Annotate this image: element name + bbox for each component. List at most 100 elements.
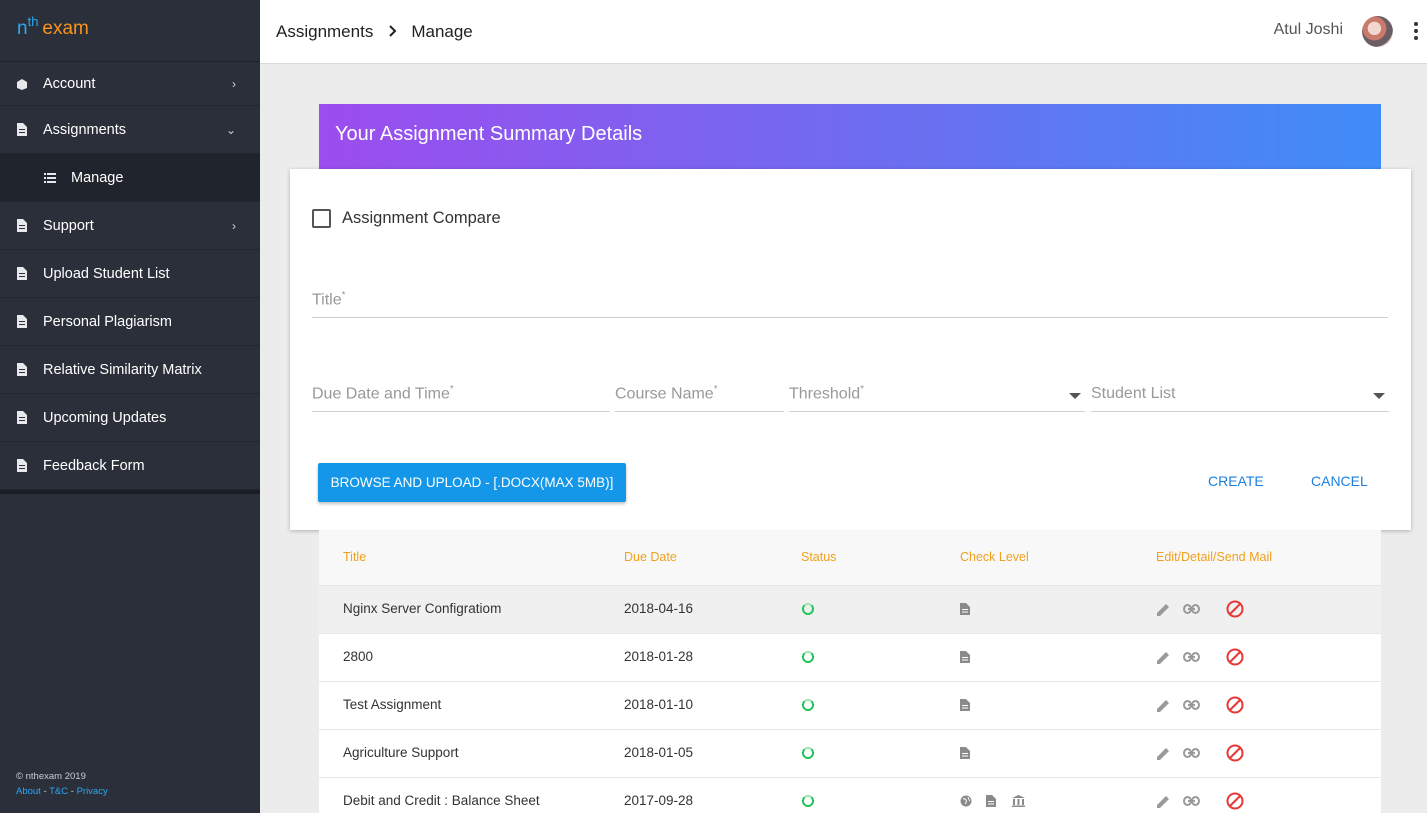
globe-icon [960,795,972,807]
link-icon[interactable] [1183,652,1200,662]
sidebar-footer: © nthexam 2019 About - T&C - Privacy [16,769,108,799]
dropdown-arrow-icon [1373,393,1385,399]
table-row[interactable]: Debit and Credit : Balance Sheet 2017-09… [319,778,1381,813]
student-list-select[interactable]: Student List [1091,378,1389,412]
table-body: Nginx Server Configratiom 2018-04-16 280… [319,586,1381,813]
header-check-level[interactable]: Check Level [960,550,1029,564]
sidebar-item-label: Support [43,217,94,234]
sidebar-item-account[interactable]: Account › [0,62,260,106]
edit-icon[interactable] [1156,794,1171,809]
dropdown-arrow-icon [1069,393,1081,399]
account-icon [16,77,28,91]
row-due-date: 2018-01-28 [624,649,694,664]
delete-icon[interactable] [1226,696,1244,714]
sidebar-item-label: Upcoming Updates [43,409,167,426]
sidebar-item-label: Upload Student List [43,265,170,282]
row-title: 2800 [343,649,374,664]
banner-title: Your Assignment Summary Details [335,123,643,145]
edit-icon[interactable] [1156,650,1171,665]
assignment-form-card: Assignment Compare Title* Due Date and T… [290,169,1411,530]
chevron-right-icon: › [232,76,236,91]
table-row[interactable]: Agriculture Support 2018-01-05 [319,730,1381,778]
document-icon [986,795,996,807]
avatar[interactable] [1362,16,1393,47]
more-options-icon[interactable] [1413,22,1419,40]
threshold-select[interactable]: Threshold* [789,378,1085,412]
breadcrumb-assignments[interactable]: Assignments [276,22,373,42]
about-link[interactable]: About [16,786,41,797]
link-icon[interactable] [1183,748,1200,758]
delete-icon[interactable] [1226,648,1244,666]
delete-icon[interactable] [1226,600,1244,618]
sidebar-item-personal-plagiarism[interactable]: Personal Plagiarism [0,298,260,346]
sidebar-item-feedback-form[interactable]: Feedback Form [0,442,260,490]
title-field-label: Title* [312,289,346,308]
link-icon[interactable] [1183,700,1200,710]
create-button[interactable]: CREATE [1208,473,1264,489]
link-icon[interactable] [1183,604,1200,614]
sidebar-item-support[interactable]: Support › [0,202,260,250]
title-field[interactable]: Title* [312,284,1388,318]
due-date-field[interactable]: Due Date and Time* [312,378,610,412]
row-title: Nginx Server Configratiom [343,601,502,616]
sidebar-item-assignments[interactable]: Assignments ⌄ [0,106,260,154]
row-due-date: 2018-01-10 [624,697,694,712]
header-title[interactable]: Title [343,550,366,564]
privacy-link[interactable]: Privacy [77,786,108,797]
header-status[interactable]: Status [801,550,836,564]
assignment-compare-checkbox[interactable] [312,209,331,228]
delete-icon[interactable] [1226,744,1244,762]
table-row[interactable]: 2800 2018-01-28 [319,634,1381,682]
sidebar-item-relative-similarity-matrix[interactable]: Relative Similarity Matrix [0,346,260,394]
row-title: Test Assignment [343,697,442,712]
sidebar-item-manage[interactable]: Manage [0,154,260,202]
table-row[interactable]: Nginx Server Configratiom 2018-04-16 [319,586,1381,634]
chevron-down-icon: ⌄ [225,122,236,137]
course-name-field[interactable]: Course Name* [615,378,784,412]
assignment-compare-row[interactable]: Assignment Compare [312,209,501,228]
document-icon [16,123,28,137]
list-icon [44,171,56,185]
tc-link[interactable]: T&C [49,786,68,797]
top-bar: Assignments Manage Atul Joshi [260,0,1427,64]
cancel-button[interactable]: CANCEL [1311,473,1368,489]
delete-icon[interactable] [1226,792,1244,810]
row-title: Debit and Credit : Balance Sheet [343,793,540,808]
status-active-icon [802,795,814,807]
document-icon [16,459,28,473]
sidebar-item-label: Account [43,75,96,92]
header-due-date[interactable]: Due Date [624,550,677,564]
threshold-select-label: Threshold* [789,383,865,402]
link-icon[interactable] [1183,796,1200,806]
edit-icon[interactable] [1156,746,1171,761]
row-due-date: 2017-09-28 [624,793,694,808]
sidebar-item-label: Feedback Form [43,457,145,474]
edit-icon[interactable] [1156,698,1171,713]
due-date-field-label: Due Date and Time* [312,383,454,402]
table-row[interactable]: Test Assignment 2018-01-10 [319,682,1381,730]
sidebar: n th exam Account › Assignments ⌄ Manage S… [0,0,260,813]
sidebar-item-upload-student-list[interactable]: Upload Student List [0,250,260,298]
document-icon [16,219,28,233]
document-icon [960,651,970,663]
browse-upload-button[interactable]: BROWSE AND UPLOAD - [.DOCX(MAX 5MB)] [318,463,626,502]
document-icon [960,699,970,711]
sidebar-item-label: Personal Plagiarism [43,313,172,330]
document-icon [16,267,28,281]
sidebar-item-label: Manage [71,169,124,186]
institution-icon [1012,795,1025,807]
app-logo[interactable]: n th exam [0,0,260,62]
user-name[interactable]: Atul Joshi [1274,21,1343,39]
student-list-select-label: Student List [1091,385,1176,402]
edit-icon[interactable] [1156,602,1171,617]
sidebar-item-upcoming-updates[interactable]: Upcoming Updates [0,394,260,442]
document-icon [16,363,28,377]
chevron-right-icon: › [232,218,236,233]
sidebar-item-label: Relative Similarity Matrix [43,361,202,378]
footer-separator: - [68,786,77,797]
row-title: Agriculture Support [343,745,459,760]
document-icon [16,411,28,425]
summary-banner: Your Assignment Summary Details [319,104,1381,170]
status-active-icon [802,603,814,615]
status-active-icon [802,699,814,711]
